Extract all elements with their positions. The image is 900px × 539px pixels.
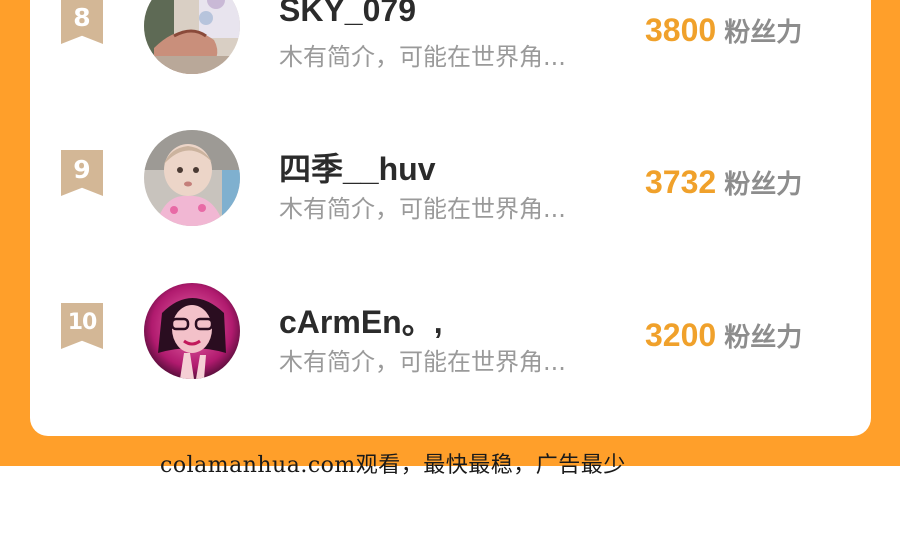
user-name[interactable]: SKY_079 bbox=[279, 0, 416, 29]
fans-count: 3200 bbox=[645, 317, 717, 353]
avatar[interactable] bbox=[144, 0, 240, 74]
user-bio: 木有简介，可能在世界角... bbox=[279, 43, 566, 71]
watermark-text: colamanhua.com观看，最快最稳，广告最少 bbox=[160, 453, 626, 478]
leaderboard-card: 8 SKY_079 木有简介，可能在世界角... 3800 粉丝力 9 四季__… bbox=[30, 0, 871, 436]
user-bio: 木有简介，可能在世界角... bbox=[279, 348, 566, 376]
fans-score: 3732 粉丝力 bbox=[645, 164, 802, 201]
fans-score: 3200 粉丝力 bbox=[645, 317, 802, 354]
fans-count: 3732 bbox=[645, 164, 717, 200]
rank-badge: 8 bbox=[61, 0, 103, 44]
leaderboard-row[interactable]: 10 cArmEn。, 木有简介，可能在世界角... 3200 粉丝力 bbox=[30, 273, 871, 383]
avatar[interactable] bbox=[144, 130, 240, 226]
fans-unit: 粉丝力 bbox=[724, 18, 803, 48]
user-name[interactable]: 四季__huv bbox=[279, 144, 436, 190]
leaderboard-row[interactable]: 9 四季__huv 木有简介，可能在世界角... 3732 粉丝力 bbox=[30, 120, 871, 230]
leaderboard-row[interactable]: 8 SKY_079 木有简介，可能在世界角... 3800 粉丝力 bbox=[30, 0, 871, 78]
fans-unit: 粉丝力 bbox=[724, 170, 803, 200]
fans-count: 3800 bbox=[645, 12, 717, 48]
fans-unit: 粉丝力 bbox=[724, 323, 803, 353]
rank-badge: 9 bbox=[61, 150, 103, 196]
avatar-image bbox=[144, 130, 240, 226]
rank-badge: 10 bbox=[61, 303, 103, 349]
fans-score: 3800 粉丝力 bbox=[645, 12, 802, 49]
avatar-image bbox=[144, 283, 240, 379]
user-bio: 木有简介，可能在世界角... bbox=[279, 195, 566, 223]
avatar-image bbox=[144, 0, 240, 74]
avatar[interactable] bbox=[144, 283, 240, 379]
user-name[interactable]: cArmEn。, bbox=[279, 297, 443, 343]
